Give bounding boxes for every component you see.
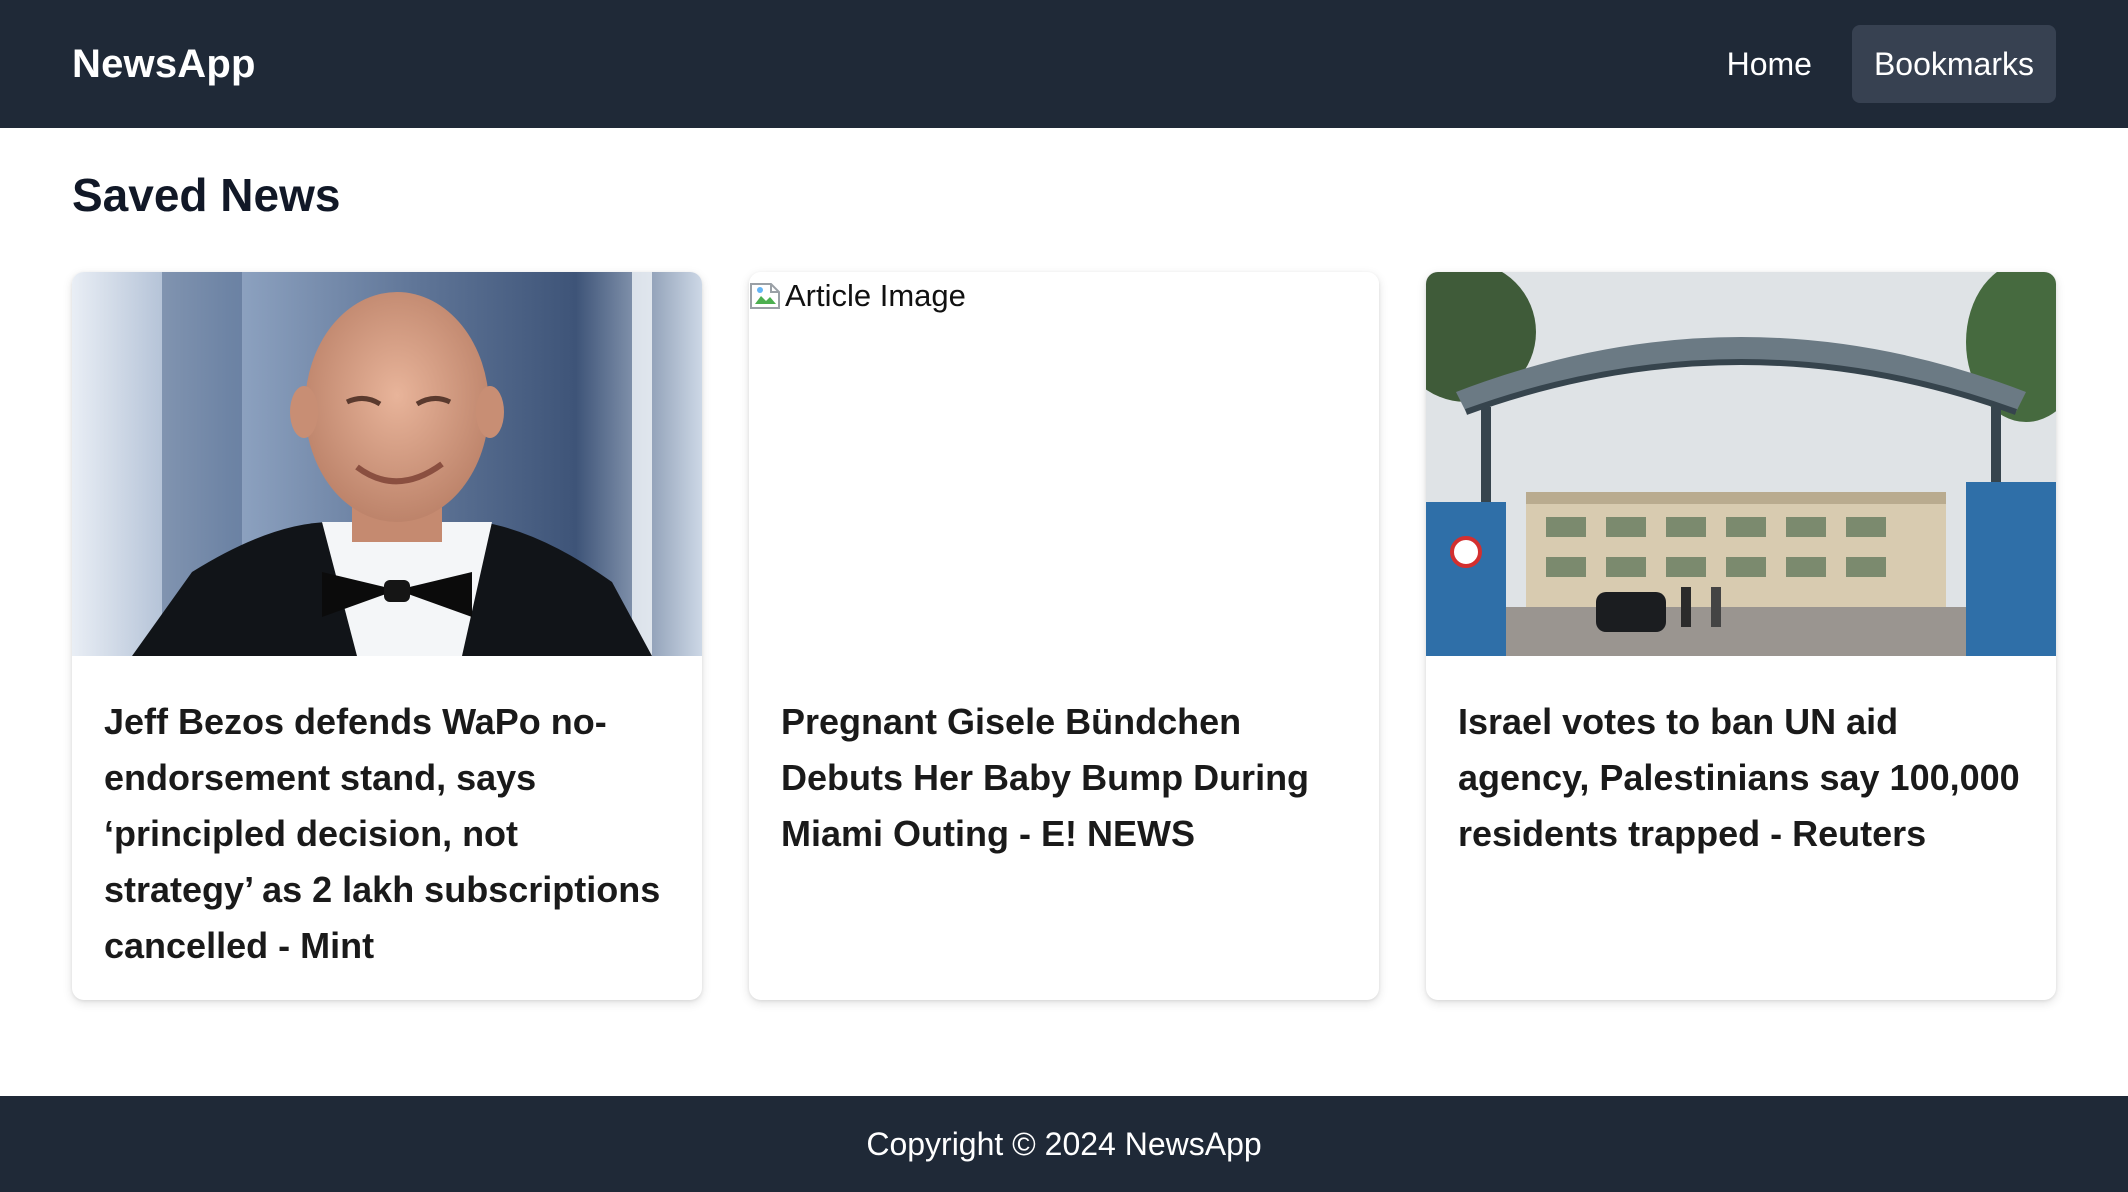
article-image[interactable] [72,272,702,656]
article-photo [1426,272,2056,656]
article-title[interactable]: Pregnant Gisele Bündchen Debuts Her Baby… [749,656,1379,862]
main-content: Saved News Jeff Bezos defends WaPo no-en… [72,128,2056,1000]
article-image[interactable]: Article Image [749,272,1379,656]
broken-image: Article Image [749,278,966,314]
footer-copyright: Copyright © 2024 NewsApp [866,1125,1262,1162]
page: NewsApp Home Bookmarks Saved News Jeff B… [0,0,2128,1192]
nav-link-home[interactable]: Home [1705,25,1834,103]
article-photo [72,272,702,656]
nav-link-bookmarks[interactable]: Bookmarks [1851,25,2056,103]
footer: Copyright © 2024 NewsApp [0,1096,2128,1192]
article-image[interactable] [1426,272,2056,656]
article-title[interactable]: Jeff Bezos defends WaPo no-endorsement s… [72,656,702,974]
article-card[interactable]: Article Image Pregnant Gisele Bündchen D… [749,272,1379,1000]
articles-grid: Jeff Bezos defends WaPo no-endorsement s… [72,272,2056,1000]
navbar: NewsApp Home Bookmarks [0,0,2128,128]
broken-image-icon [750,283,780,309]
brand-logo[interactable]: NewsApp [72,42,256,87]
article-card[interactable]: Israel votes to ban UN aid agency, Pales… [1426,272,2056,1000]
article-title[interactable]: Israel votes to ban UN aid agency, Pales… [1426,656,2056,862]
nav-links: Home Bookmarks [1705,25,2056,103]
image-alt-text: Article Image [785,278,966,313]
article-card[interactable]: Jeff Bezos defends WaPo no-endorsement s… [72,272,702,1000]
page-title: Saved News [72,169,341,221]
